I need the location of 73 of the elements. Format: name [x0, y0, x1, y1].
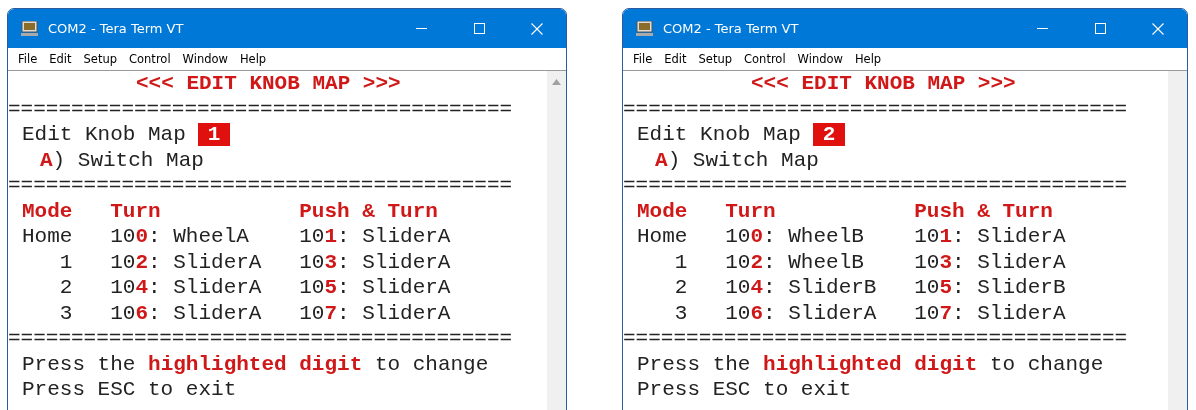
turn-cell-text: 106: SliderA: [110, 300, 263, 326]
terminal-icon: [21, 21, 38, 36]
separator-line: ========================================: [623, 326, 1129, 352]
menu-item[interactable]: Edit: [43, 52, 78, 66]
close-icon[interactable]: [531, 22, 543, 35]
mode-cell-text: 1: [673, 249, 688, 275]
terminal-icon: [636, 21, 653, 36]
mode-cell: Home: [637, 224, 688, 250]
menu-item[interactable]: File: [12, 52, 44, 66]
close-icon[interactable]: [1152, 22, 1164, 35]
map-number: 1: [197, 123, 231, 146]
push-turn-cell-text: 103: SliderA: [299, 249, 452, 275]
column-header: Push & Turn: [299, 198, 439, 224]
menu-item[interactable]: Help: [233, 52, 273, 66]
mode-cell: Home: [22, 224, 73, 250]
window-title: COM2 - Tera Term VT: [663, 21, 800, 36]
menu-item[interactable]: File: [627, 52, 659, 66]
mode-cell-text: 3: [58, 300, 73, 326]
mode-cell-text: 2: [58, 275, 73, 301]
turn-cell-text: 100: WheelB: [725, 224, 865, 250]
turn-cell-text: 104: SliderA: [110, 275, 263, 301]
scroll-up-icon[interactable]: [552, 79, 561, 85]
menu-item[interactable]: Control: [738, 52, 792, 66]
push-turn-cell-text: 107: SliderA: [299, 300, 452, 326]
screen-heading: <<< EDIT KNOB MAP >>>: [750, 71, 1017, 97]
separator-line: ========================================: [8, 96, 514, 122]
map-label: Edit Knob Map: [22, 123, 186, 146]
turn-cell-text: 100: WheelA: [110, 224, 250, 250]
window-title: COM2 - Tera Term VT: [48, 21, 185, 36]
turn-cell-text: 106: SliderA: [725, 300, 878, 326]
instruction-text: Press the highlighted digit to change: [21, 351, 490, 377]
maximize-icon[interactable]: [1094, 23, 1106, 34]
menu-item[interactable]: Help: [848, 52, 888, 66]
mode-cell-text: 3: [673, 300, 688, 326]
push-turn-cell-text: 105: SliderB: [914, 275, 1067, 301]
turn-cell-text: 104: SliderB: [725, 275, 878, 301]
column-header: Push & Turn: [914, 198, 1054, 224]
turn-cell-text: 102: SliderA: [110, 249, 263, 275]
mode-cell-text: 2: [673, 275, 688, 301]
separator-line: ========================================: [8, 326, 514, 352]
column-header: Mode: [22, 198, 73, 224]
push-turn-cell-text: 101: SliderA: [299, 224, 452, 250]
push-turn-cell-text: 105: SliderA: [299, 275, 452, 301]
column-header: Turn: [725, 198, 777, 224]
separator-line: ========================================: [8, 173, 514, 199]
separator-line: ========================================: [623, 96, 1129, 122]
screen-heading: <<< EDIT KNOB MAP >>>: [135, 71, 402, 97]
scrollbar[interactable]: [1168, 71, 1187, 410]
minimize-icon[interactable]: [1036, 28, 1048, 29]
menu-item[interactable]: Control: [123, 52, 177, 66]
menu-item[interactable]: Setup: [77, 52, 123, 66]
push-turn-cell-text: 101: SliderA: [914, 224, 1067, 250]
column-header: Turn: [110, 198, 162, 224]
separator-line: ========================================: [623, 173, 1129, 199]
minimize-icon[interactable]: [415, 28, 427, 29]
map-label: Edit Knob Map: [637, 123, 801, 146]
menu-item[interactable]: Edit: [658, 52, 693, 66]
column-header: Mode: [637, 198, 688, 224]
maximize-icon[interactable]: [473, 23, 485, 34]
menu-item[interactable]: Setup: [692, 52, 739, 66]
menu-option: A) Switch Map: [12, 147, 547, 173]
scrollbar[interactable]: [547, 71, 566, 410]
push-turn-cell-text: 103: SliderA: [914, 249, 1067, 275]
instruction-text: Press ESC to exit: [21, 377, 238, 403]
instruction-text: Press the highlighted digit to change: [636, 351, 1105, 377]
push-turn-cell-text: 107: SliderA: [914, 300, 1067, 326]
turn-cell-text: 102: WheelB: [725, 249, 865, 275]
menu-item[interactable]: Window: [176, 52, 234, 66]
menu-option: A) Switch Map: [627, 147, 1168, 173]
mode-cell-text: 1: [58, 249, 73, 275]
menu-item[interactable]: Window: [791, 52, 849, 66]
map-number: 2: [812, 123, 846, 146]
instruction-text: Press ESC to exit: [636, 377, 853, 403]
